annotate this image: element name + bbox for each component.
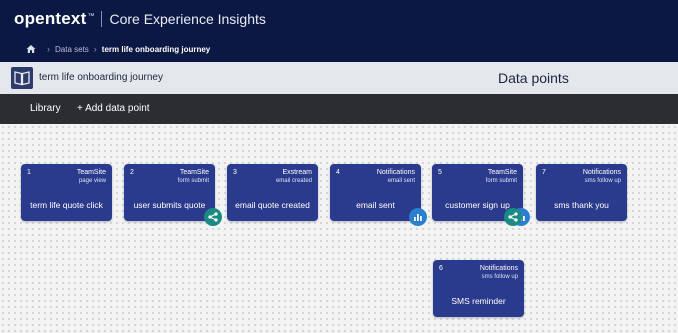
toolbar: Library + Add data point bbox=[0, 94, 678, 124]
card-source: Notifications bbox=[479, 265, 518, 272]
card-source: Notifications bbox=[376, 169, 415, 176]
card-source: Notifications bbox=[582, 169, 621, 176]
opentext-logo: opentext bbox=[14, 9, 87, 28]
journey-canvas[interactable]: 1 TeamSite page view term life quote cli… bbox=[0, 124, 678, 333]
trademark-symbol: ™ bbox=[87, 13, 95, 20]
card-event: form submit bbox=[177, 178, 209, 184]
brand: opentext ™ Core Experience Insights bbox=[14, 9, 266, 29]
breadcrumb: › Data sets › term life onboarding journ… bbox=[26, 44, 210, 54]
analytics-icon[interactable] bbox=[409, 208, 427, 226]
brand-divider bbox=[101, 11, 103, 27]
breadcrumb-current: term life onboarding journey bbox=[101, 44, 211, 54]
card-event: page view bbox=[78, 178, 106, 184]
share-icon[interactable] bbox=[504, 208, 522, 226]
chevron-right-icon: › bbox=[93, 44, 97, 54]
card-event: email created bbox=[275, 178, 312, 184]
card-number: 6 bbox=[439, 265, 443, 272]
card-number: 1 bbox=[27, 169, 31, 176]
card-event: sms follow up bbox=[481, 274, 518, 280]
card-number: 5 bbox=[438, 169, 442, 176]
card-name: term life quote click bbox=[30, 200, 103, 210]
library-button[interactable]: Library bbox=[30, 103, 61, 114]
data-point-card[interactable]: 4 Notifications email sent email sent bbox=[330, 164, 421, 221]
card-number: 2 bbox=[130, 169, 134, 176]
card-event: email sent bbox=[387, 178, 415, 184]
data-point-card[interactable]: 2 TeamSite form submit user submits quot… bbox=[124, 164, 215, 221]
card-name: user submits quote bbox=[133, 200, 206, 210]
book-icon bbox=[11, 67, 33, 89]
panel-title: Data points bbox=[498, 70, 569, 86]
card-name: SMS reminder bbox=[451, 296, 506, 306]
card-event: form submit bbox=[485, 178, 517, 184]
card-source: TeamSite bbox=[179, 169, 209, 176]
app-header: opentext ™ Core Experience Insights › Da… bbox=[0, 0, 678, 62]
card-name: email sent bbox=[356, 200, 395, 210]
chevron-right-icon: › bbox=[47, 44, 50, 54]
card-number: 3 bbox=[233, 169, 237, 176]
data-point-card[interactable]: 1 TeamSite page view term life quote cli… bbox=[21, 164, 112, 221]
home-icon[interactable] bbox=[26, 44, 36, 54]
card-source: TeamSite bbox=[76, 169, 106, 176]
journey-title: term life onboarding journey bbox=[39, 72, 163, 83]
data-point-card[interactable]: 3 Exstream email created email quote cre… bbox=[227, 164, 318, 221]
card-number: 7 bbox=[542, 169, 546, 176]
card-name: email quote created bbox=[235, 200, 310, 210]
add-data-point-button[interactable]: + Add data point bbox=[77, 103, 150, 114]
card-source: TeamSite bbox=[487, 169, 517, 176]
product-name: Core Experience Insights bbox=[109, 11, 266, 27]
data-point-card[interactable]: 6 Notifications sms follow up SMS remind… bbox=[433, 260, 524, 317]
card-source: Exstream bbox=[282, 169, 312, 176]
card-event: sms follow up bbox=[584, 178, 621, 184]
data-point-card[interactable]: 7 Notifications sms follow up sms thank … bbox=[536, 164, 627, 221]
card-number: 4 bbox=[336, 169, 340, 176]
journey-header: term life onboarding journey Data points bbox=[0, 62, 678, 95]
breadcrumb-datasets[interactable]: Data sets bbox=[55, 45, 89, 54]
card-name: sms thank you bbox=[554, 200, 609, 210]
share-icon[interactable] bbox=[204, 208, 222, 226]
